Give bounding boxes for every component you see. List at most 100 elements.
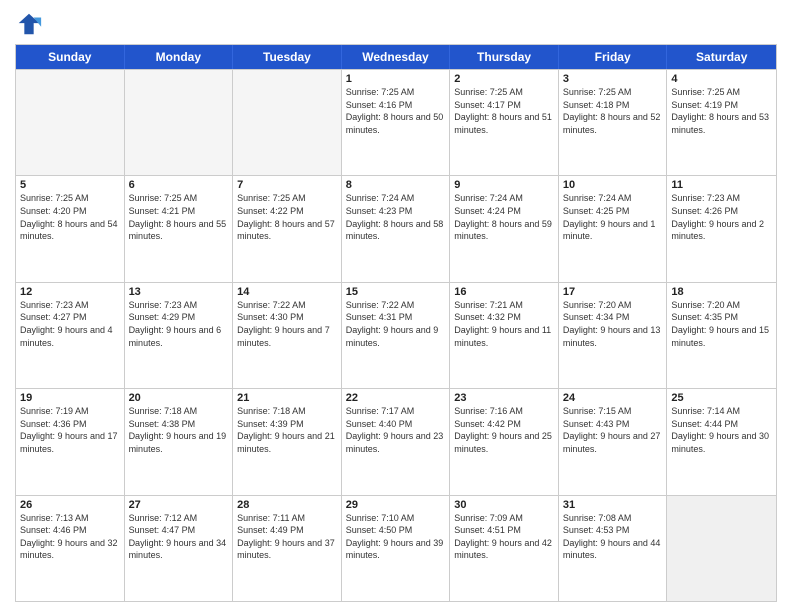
calendar-cell: 15Sunrise: 7:22 AM Sunset: 4:31 PM Dayli… [342,283,451,388]
day-info: Sunrise: 7:22 AM Sunset: 4:30 PM Dayligh… [237,299,337,349]
calendar-cell: 5Sunrise: 7:25 AM Sunset: 4:20 PM Daylig… [16,176,125,281]
calendar-cell: 30Sunrise: 7:09 AM Sunset: 4:51 PM Dayli… [450,496,559,601]
calendar-header-day: Tuesday [233,45,342,69]
calendar-cell: 11Sunrise: 7:23 AM Sunset: 4:26 PM Dayli… [667,176,776,281]
calendar-cell: 19Sunrise: 7:19 AM Sunset: 4:36 PM Dayli… [16,389,125,494]
calendar-cell: 17Sunrise: 7:20 AM Sunset: 4:34 PM Dayli… [559,283,668,388]
day-info: Sunrise: 7:23 AM Sunset: 4:27 PM Dayligh… [20,299,120,349]
calendar-cell: 9Sunrise: 7:24 AM Sunset: 4:24 PM Daylig… [450,176,559,281]
day-info: Sunrise: 7:25 AM Sunset: 4:16 PM Dayligh… [346,86,446,136]
calendar-cell: 23Sunrise: 7:16 AM Sunset: 4:42 PM Dayli… [450,389,559,494]
day-number: 16 [454,286,554,298]
calendar-header-day: Thursday [450,45,559,69]
calendar-cell: 7Sunrise: 7:25 AM Sunset: 4:22 PM Daylig… [233,176,342,281]
calendar-cell [125,70,234,175]
logo-icon [15,10,43,38]
day-number: 20 [129,392,229,404]
day-info: Sunrise: 7:25 AM Sunset: 4:22 PM Dayligh… [237,192,337,242]
day-info: Sunrise: 7:15 AM Sunset: 4:43 PM Dayligh… [563,405,663,455]
day-number: 1 [346,73,446,85]
day-info: Sunrise: 7:14 AM Sunset: 4:44 PM Dayligh… [671,405,772,455]
calendar-cell: 20Sunrise: 7:18 AM Sunset: 4:38 PM Dayli… [125,389,234,494]
day-info: Sunrise: 7:20 AM Sunset: 4:35 PM Dayligh… [671,299,772,349]
calendar-cell: 12Sunrise: 7:23 AM Sunset: 4:27 PM Dayli… [16,283,125,388]
day-info: Sunrise: 7:24 AM Sunset: 4:23 PM Dayligh… [346,192,446,242]
calendar-cell: 10Sunrise: 7:24 AM Sunset: 4:25 PM Dayli… [559,176,668,281]
day-info: Sunrise: 7:12 AM Sunset: 4:47 PM Dayligh… [129,512,229,562]
calendar-cell: 22Sunrise: 7:17 AM Sunset: 4:40 PM Dayli… [342,389,451,494]
calendar-header-day: Saturday [667,45,776,69]
day-number: 8 [346,179,446,191]
day-info: Sunrise: 7:18 AM Sunset: 4:39 PM Dayligh… [237,405,337,455]
day-number: 24 [563,392,663,404]
day-info: Sunrise: 7:25 AM Sunset: 4:20 PM Dayligh… [20,192,120,242]
day-info: Sunrise: 7:23 AM Sunset: 4:29 PM Dayligh… [129,299,229,349]
calendar-cell: 16Sunrise: 7:21 AM Sunset: 4:32 PM Dayli… [450,283,559,388]
calendar-cell: 14Sunrise: 7:22 AM Sunset: 4:30 PM Dayli… [233,283,342,388]
day-info: Sunrise: 7:17 AM Sunset: 4:40 PM Dayligh… [346,405,446,455]
day-number: 14 [237,286,337,298]
day-info: Sunrise: 7:24 AM Sunset: 4:24 PM Dayligh… [454,192,554,242]
day-number: 3 [563,73,663,85]
day-number: 27 [129,499,229,511]
day-number: 15 [346,286,446,298]
calendar-cell [233,70,342,175]
day-number: 21 [237,392,337,404]
day-info: Sunrise: 7:25 AM Sunset: 4:19 PM Dayligh… [671,86,772,136]
day-number: 28 [237,499,337,511]
day-number: 22 [346,392,446,404]
calendar-cell: 8Sunrise: 7:24 AM Sunset: 4:23 PM Daylig… [342,176,451,281]
day-number: 30 [454,499,554,511]
day-number: 6 [129,179,229,191]
day-number: 12 [20,286,120,298]
day-number: 26 [20,499,120,511]
calendar-row: 19Sunrise: 7:19 AM Sunset: 4:36 PM Dayli… [16,388,776,494]
day-number: 2 [454,73,554,85]
calendar-cell: 31Sunrise: 7:08 AM Sunset: 4:53 PM Dayli… [559,496,668,601]
calendar-cell: 6Sunrise: 7:25 AM Sunset: 4:21 PM Daylig… [125,176,234,281]
calendar-header-day: Friday [559,45,668,69]
day-number: 19 [20,392,120,404]
calendar-row: 12Sunrise: 7:23 AM Sunset: 4:27 PM Dayli… [16,282,776,388]
day-number: 31 [563,499,663,511]
calendar-body: 1Sunrise: 7:25 AM Sunset: 4:16 PM Daylig… [16,69,776,601]
day-info: Sunrise: 7:11 AM Sunset: 4:49 PM Dayligh… [237,512,337,562]
day-info: Sunrise: 7:13 AM Sunset: 4:46 PM Dayligh… [20,512,120,562]
day-info: Sunrise: 7:10 AM Sunset: 4:50 PM Dayligh… [346,512,446,562]
day-number: 10 [563,179,663,191]
calendar-cell: 18Sunrise: 7:20 AM Sunset: 4:35 PM Dayli… [667,283,776,388]
page: SundayMondayTuesdayWednesdayThursdayFrid… [0,0,792,612]
day-info: Sunrise: 7:22 AM Sunset: 4:31 PM Dayligh… [346,299,446,349]
calendar-cell [667,496,776,601]
calendar-cell: 26Sunrise: 7:13 AM Sunset: 4:46 PM Dayli… [16,496,125,601]
day-info: Sunrise: 7:18 AM Sunset: 4:38 PM Dayligh… [129,405,229,455]
day-info: Sunrise: 7:21 AM Sunset: 4:32 PM Dayligh… [454,299,554,349]
day-info: Sunrise: 7:16 AM Sunset: 4:42 PM Dayligh… [454,405,554,455]
calendar-header-day: Wednesday [342,45,451,69]
calendar-row: 5Sunrise: 7:25 AM Sunset: 4:20 PM Daylig… [16,175,776,281]
logo [15,10,47,38]
calendar-cell: 13Sunrise: 7:23 AM Sunset: 4:29 PM Dayli… [125,283,234,388]
day-info: Sunrise: 7:20 AM Sunset: 4:34 PM Dayligh… [563,299,663,349]
day-number: 29 [346,499,446,511]
day-number: 25 [671,392,772,404]
calendar-cell: 25Sunrise: 7:14 AM Sunset: 4:44 PM Dayli… [667,389,776,494]
day-number: 23 [454,392,554,404]
day-number: 18 [671,286,772,298]
day-info: Sunrise: 7:24 AM Sunset: 4:25 PM Dayligh… [563,192,663,242]
header [15,10,777,38]
calendar-cell: 21Sunrise: 7:18 AM Sunset: 4:39 PM Dayli… [233,389,342,494]
day-info: Sunrise: 7:23 AM Sunset: 4:26 PM Dayligh… [671,192,772,242]
calendar-header-day: Monday [125,45,234,69]
day-info: Sunrise: 7:08 AM Sunset: 4:53 PM Dayligh… [563,512,663,562]
calendar-header-day: Sunday [16,45,125,69]
calendar-cell: 4Sunrise: 7:25 AM Sunset: 4:19 PM Daylig… [667,70,776,175]
calendar-cell: 29Sunrise: 7:10 AM Sunset: 4:50 PM Dayli… [342,496,451,601]
calendar-header-row: SundayMondayTuesdayWednesdayThursdayFrid… [16,45,776,69]
day-info: Sunrise: 7:25 AM Sunset: 4:17 PM Dayligh… [454,86,554,136]
day-info: Sunrise: 7:19 AM Sunset: 4:36 PM Dayligh… [20,405,120,455]
day-info: Sunrise: 7:25 AM Sunset: 4:18 PM Dayligh… [563,86,663,136]
day-number: 17 [563,286,663,298]
calendar-row: 26Sunrise: 7:13 AM Sunset: 4:46 PM Dayli… [16,495,776,601]
calendar-cell: 3Sunrise: 7:25 AM Sunset: 4:18 PM Daylig… [559,70,668,175]
